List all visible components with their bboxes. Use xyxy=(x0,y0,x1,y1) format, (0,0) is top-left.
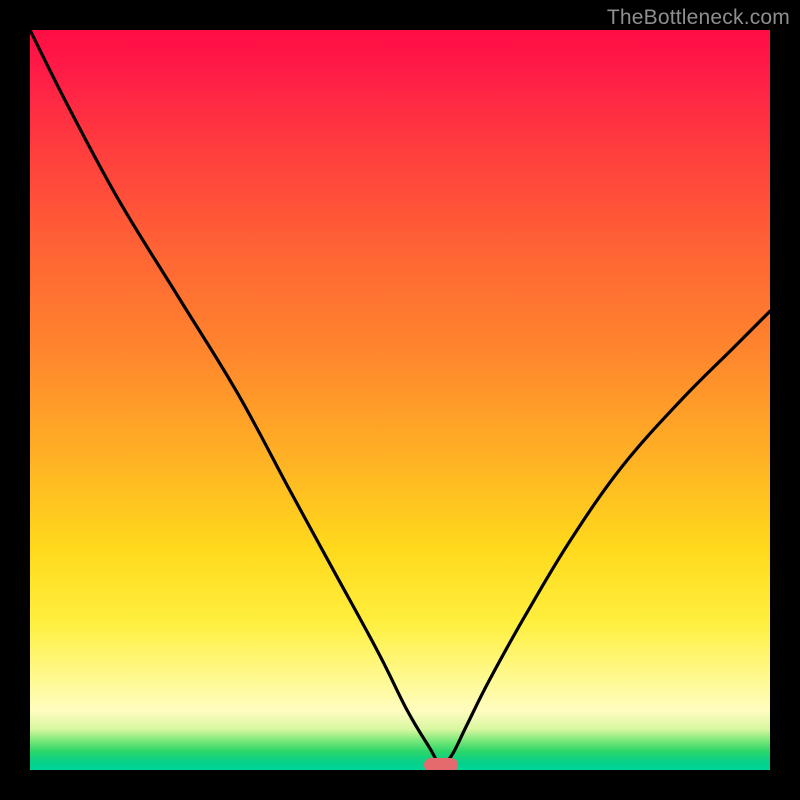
curve-svg xyxy=(30,30,770,770)
plot-area xyxy=(30,30,770,770)
minimum-marker xyxy=(424,758,458,770)
bottleneck-curve xyxy=(30,30,770,765)
watermark-text: TheBottleneck.com xyxy=(607,6,790,30)
chart-frame: TheBottleneck.com xyxy=(0,0,800,800)
